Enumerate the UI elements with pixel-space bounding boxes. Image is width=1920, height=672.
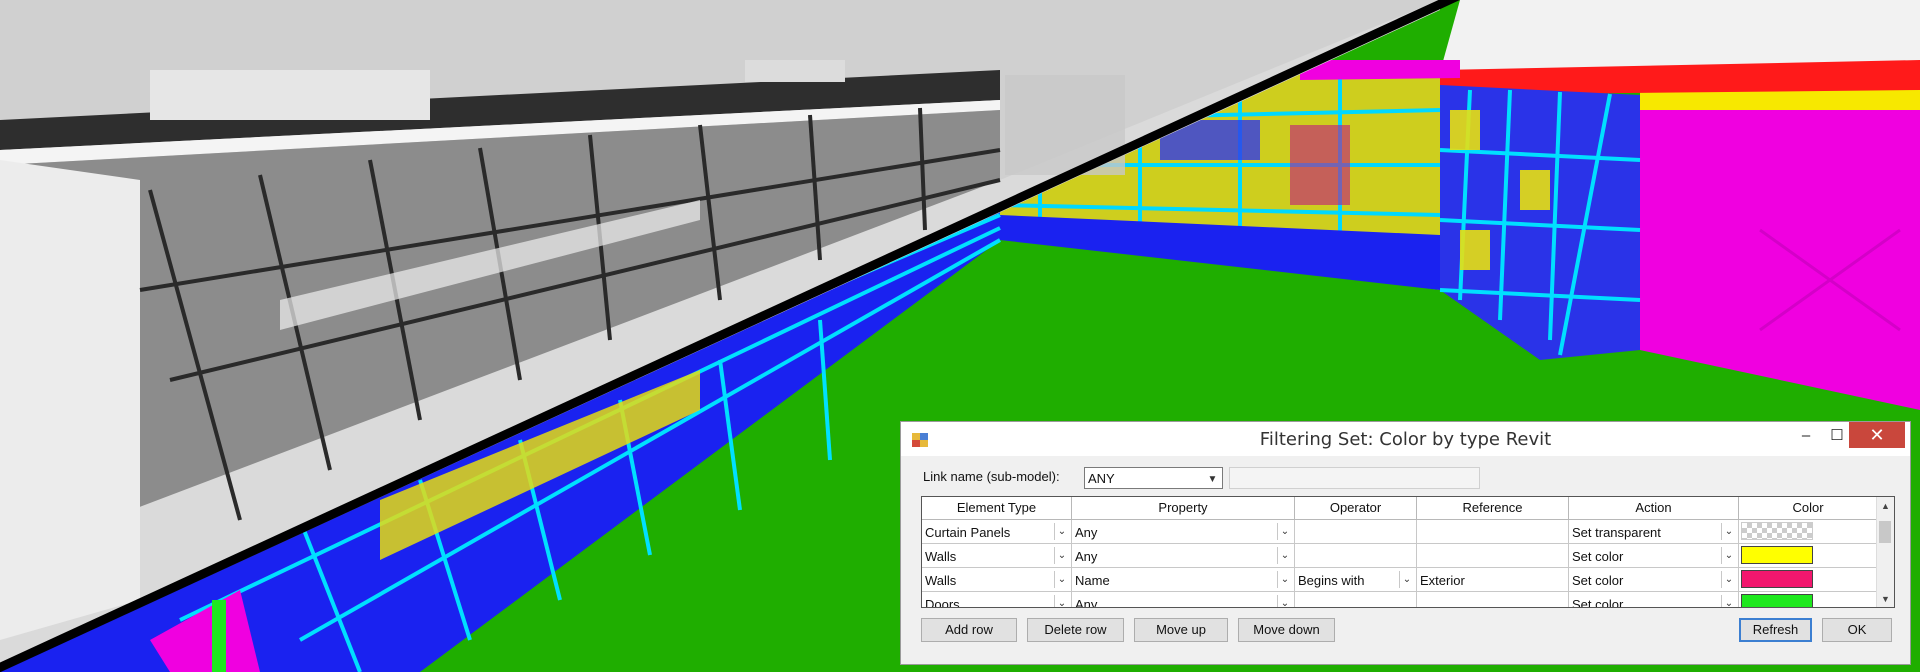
element-type-value: Walls xyxy=(925,549,957,564)
minimize-button[interactable]: – xyxy=(1789,422,1823,448)
table-row[interactable]: Walls ⌄ Any ⌄ Set color ⌄ xyxy=(922,544,1878,568)
chevron-down-icon[interactable]: ⌄ xyxy=(1721,547,1736,564)
chevron-down-icon[interactable]: ⌄ xyxy=(1054,523,1069,540)
element-type-value: Walls xyxy=(925,573,957,588)
reference-cell[interactable] xyxy=(1417,544,1569,568)
color-swatch[interactable] xyxy=(1741,546,1813,564)
color-swatch[interactable] xyxy=(1741,594,1813,607)
chevron-down-icon[interactable]: ⌄ xyxy=(1399,571,1414,588)
operator-cell[interactable]: Begins with ⌄ xyxy=(1295,568,1417,592)
link-name-detail-field xyxy=(1229,467,1480,489)
element-type-cell[interactable]: Curtain Panels ⌄ xyxy=(922,520,1072,544)
color-cell[interactable] xyxy=(1739,544,1878,568)
property-cell[interactable]: Any ⌄ xyxy=(1072,520,1295,544)
action-cell[interactable]: Set color ⌄ xyxy=(1569,568,1739,592)
filter-rules-grid: Element Type Property Operator Reference… xyxy=(921,496,1895,608)
scroll-down-icon[interactable]: ▼ xyxy=(1877,590,1894,607)
move-up-button[interactable]: Move up xyxy=(1134,618,1228,642)
move-down-button[interactable]: Move down xyxy=(1238,618,1335,642)
reference-cell[interactable] xyxy=(1417,520,1569,544)
link-name-label: Link name (sub-model): xyxy=(923,469,1060,484)
color-cell[interactable] xyxy=(1739,592,1878,607)
property-value: Any xyxy=(1075,549,1098,564)
scroll-thumb[interactable] xyxy=(1879,521,1891,543)
white-end-wall xyxy=(0,160,140,640)
property-cell[interactable]: Any ⌄ xyxy=(1072,544,1295,568)
chevron-down-icon[interactable]: ⌄ xyxy=(1721,595,1736,607)
action-cell[interactable]: Set color ⌄ xyxy=(1569,592,1739,608)
column-header-color[interactable]: Color xyxy=(1739,497,1878,520)
color-cell[interactable] xyxy=(1739,520,1878,544)
action-cell[interactable]: Set color ⌄ xyxy=(1569,544,1739,568)
operator-cell[interactable] xyxy=(1295,592,1417,607)
element-type-cell[interactable]: Doors ⌄ xyxy=(922,592,1072,608)
color-swatch[interactable] xyxy=(1741,522,1813,540)
column-header-property[interactable]: Property xyxy=(1072,497,1295,520)
operator-cell[interactable] xyxy=(1295,544,1417,568)
action-value: Set color xyxy=(1572,573,1624,588)
dialog-title: Filtering Set: Color by type Revit xyxy=(1259,429,1552,450)
color-swatch[interactable] xyxy=(1741,570,1813,588)
reference-value: Exterior xyxy=(1420,573,1465,588)
table-row[interactable]: Doors ⌄ Any ⌄ Set color ⌄ xyxy=(922,592,1878,608)
refresh-button[interactable]: Refresh xyxy=(1739,618,1812,642)
scroll-up-icon[interactable]: ▲ xyxy=(1877,497,1894,514)
chevron-down-icon[interactable]: ⌄ xyxy=(1277,547,1292,564)
element-type-cell[interactable]: Walls ⌄ xyxy=(922,544,1072,568)
chevron-down-icon[interactable]: ⌄ xyxy=(1277,523,1292,540)
element-type-cell[interactable]: Walls ⌄ xyxy=(922,568,1072,592)
action-value: Set transparent xyxy=(1572,525,1661,540)
chevron-down-icon[interactable]: ⌄ xyxy=(1277,571,1292,588)
chevron-down-icon[interactable]: ⌄ xyxy=(1721,523,1736,540)
column-header-operator[interactable]: Operator xyxy=(1295,497,1417,520)
chevron-down-icon: ▼ xyxy=(1207,473,1218,485)
column-header-action[interactable]: Action xyxy=(1569,497,1739,520)
element-type-value: Doors xyxy=(925,597,960,608)
action-value: Set color xyxy=(1572,549,1624,564)
link-name-select[interactable]: ANY ▼ xyxy=(1084,467,1223,489)
chevron-down-icon[interactable]: ⌄ xyxy=(1277,595,1292,607)
chevron-down-icon[interactable]: ⌄ xyxy=(1721,571,1736,588)
action-value: Set color xyxy=(1572,597,1624,608)
close-button[interactable]: ✕ xyxy=(1849,422,1905,448)
property-value: Name xyxy=(1075,573,1110,588)
chevron-down-icon[interactable]: ⌄ xyxy=(1054,547,1069,564)
property-value: Any xyxy=(1075,597,1098,608)
column-header-reference[interactable]: Reference xyxy=(1417,497,1569,520)
action-cell[interactable]: Set transparent ⌄ xyxy=(1569,520,1739,544)
color-cell[interactable] xyxy=(1739,568,1878,592)
chevron-down-icon[interactable]: ⌄ xyxy=(1054,571,1069,588)
reference-cell[interactable] xyxy=(1417,592,1569,607)
element-type-value: Curtain Panels xyxy=(925,525,1011,540)
table-row[interactable]: Walls ⌄ Name ⌄ Begins with ⌄ Exterior Set color… xyxy=(922,568,1878,592)
grid-scrollbar[interactable]: ▲ ▼ xyxy=(1876,497,1894,607)
link-name-value: ANY xyxy=(1088,471,1115,486)
property-cell[interactable]: Any ⌄ xyxy=(1072,592,1295,608)
filtering-set-dialog: Filtering Set: Color by type Revit – ☐ ✕… xyxy=(900,421,1911,665)
chevron-down-icon[interactable]: ⌄ xyxy=(1054,595,1069,607)
table-row[interactable]: Curtain Panels ⌄ Any ⌄ Set transparent ⌄ xyxy=(922,520,1878,544)
add-row-button[interactable]: Add row xyxy=(921,618,1017,642)
operator-value: Begins with xyxy=(1298,573,1365,588)
property-value: Any xyxy=(1075,525,1098,540)
rooftop-equipment xyxy=(150,70,430,120)
ok-button[interactable]: OK xyxy=(1822,618,1892,642)
operator-cell[interactable] xyxy=(1295,520,1417,544)
property-cell[interactable]: Name ⌄ xyxy=(1072,568,1295,592)
delete-row-button[interactable]: Delete row xyxy=(1027,618,1124,642)
column-header-element-type[interactable]: Element Type xyxy=(922,497,1072,520)
title-bar: Filtering Set: Color by type Revit – ☐ ✕ xyxy=(901,422,1910,456)
reference-cell[interactable]: Exterior xyxy=(1417,568,1569,592)
